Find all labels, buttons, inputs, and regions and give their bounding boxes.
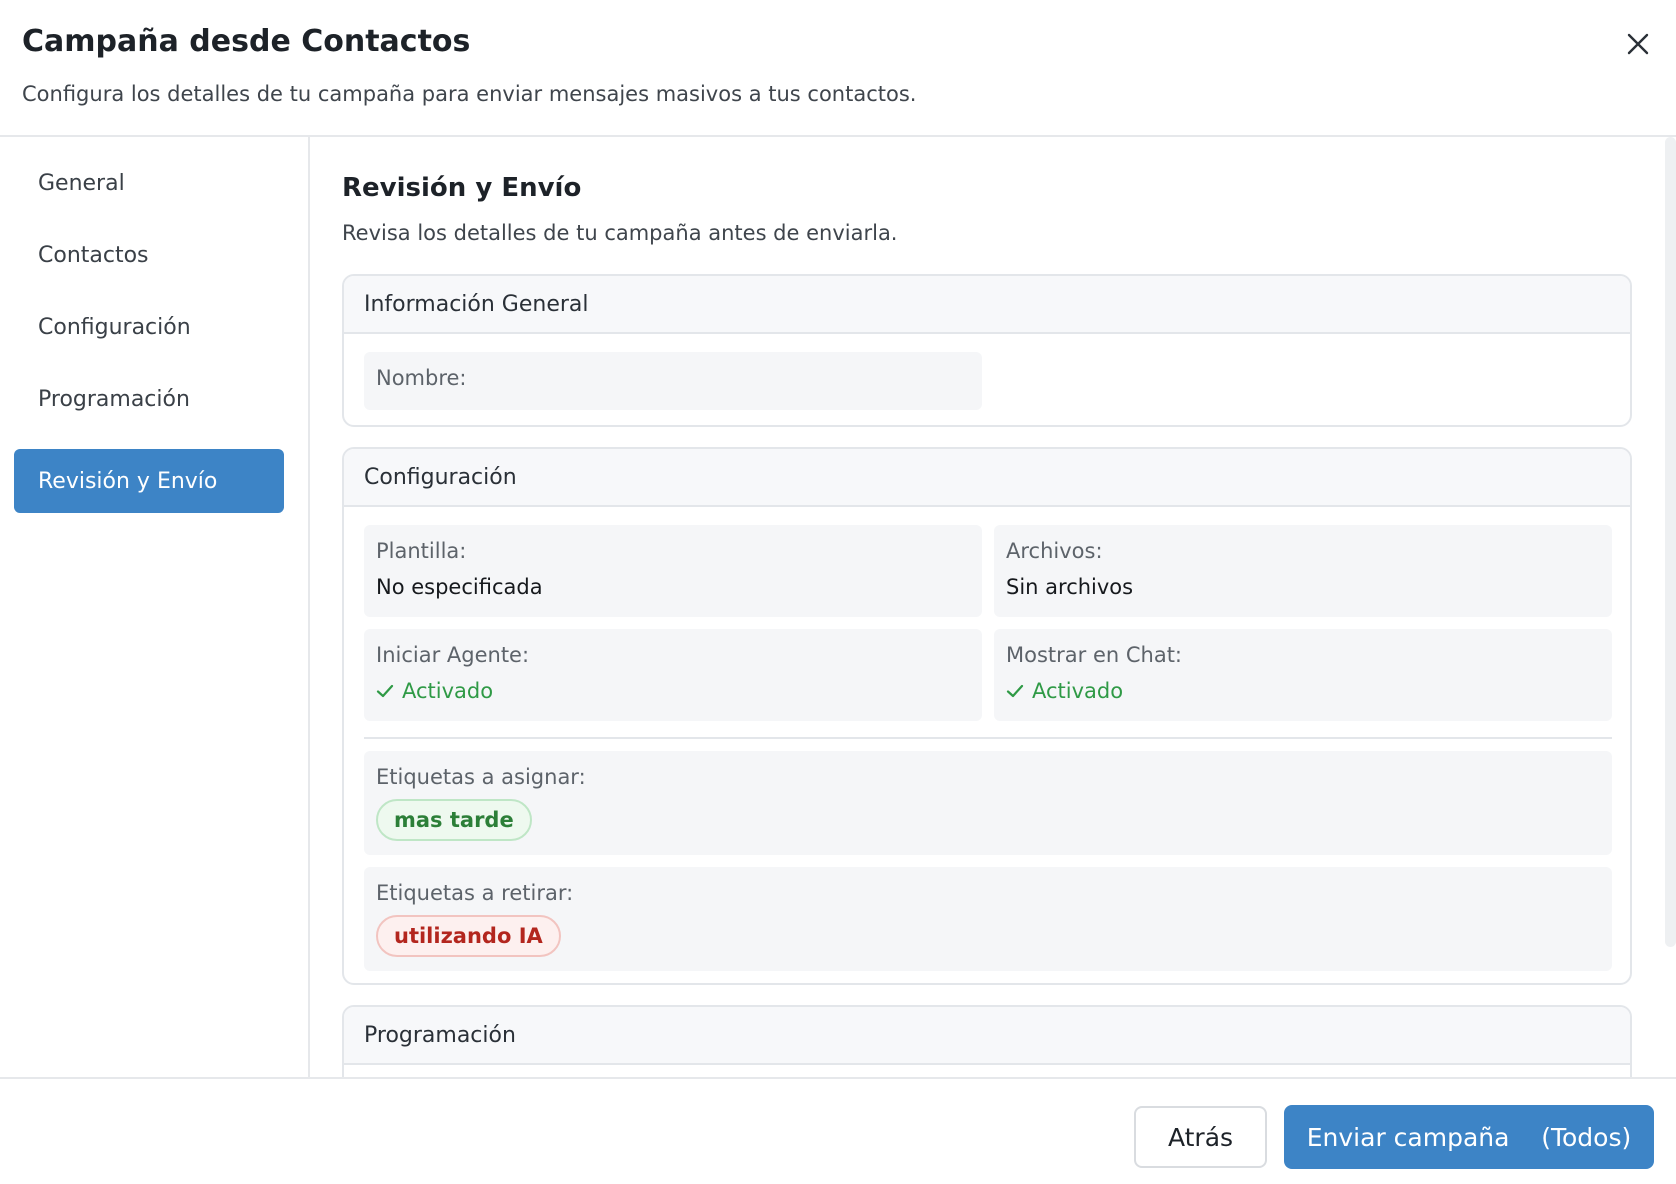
- modal-subtitle: Configura los detalles de tu campaña par…: [22, 82, 917, 106]
- check-icon: [1006, 682, 1024, 700]
- assign-tags-field: Etiquetas a asignar: mas tarde: [364, 751, 1612, 855]
- general-info-card: Información General Nombre:: [342, 274, 1632, 427]
- files-value: Sin archivos: [1006, 575, 1134, 599]
- send-campaign-button[interactable]: Enviar campaña (Todos): [1284, 1105, 1654, 1169]
- review-content: Revisión y Envío Revisa los detalles de …: [312, 137, 1662, 1079]
- files-label: Archivos:: [1006, 539, 1103, 563]
- assign-tag-badge: mas tarde: [376, 799, 532, 841]
- section-description: Revisa los detalles de tu campaña antes …: [342, 221, 898, 245]
- show-in-chat-status: Activado: [1006, 679, 1123, 703]
- template-field: Plantilla: No especificada: [364, 525, 982, 617]
- modal-footer: Atrás Enviar campaña (Todos): [0, 1077, 1676, 1184]
- start-agent-value: Activado: [402, 679, 494, 703]
- modal-header: Campaña desde Contactos Configura los de…: [0, 0, 1676, 137]
- remove-tags-field: Etiquetas a retirar: utilizando IA: [364, 867, 1612, 971]
- show-in-chat-label: Mostrar en Chat:: [1006, 643, 1183, 667]
- sidebar-item-contactos[interactable]: Contactos: [14, 223, 284, 287]
- remove-tag-badge: utilizando IA: [376, 915, 561, 957]
- config-heading: Configuración: [344, 449, 1630, 507]
- template-value: No especificada: [376, 575, 543, 599]
- config-card: Configuración Plantilla: No especificada…: [342, 447, 1632, 985]
- start-agent-status: Activado: [376, 679, 493, 703]
- back-button[interactable]: Atrás: [1134, 1106, 1267, 1168]
- show-in-chat-value: Activado: [1032, 679, 1124, 703]
- config-divider: [364, 737, 1612, 739]
- check-icon: [376, 682, 394, 700]
- close-button[interactable]: [1618, 24, 1658, 64]
- content-scrollbar[interactable]: [1665, 137, 1676, 947]
- modal-title: Campaña desde Contactos: [22, 24, 471, 59]
- name-field: Nombre:: [364, 352, 982, 410]
- section-title: Revisión y Envío: [342, 173, 582, 203]
- close-icon: [1626, 32, 1650, 56]
- files-field: Archivos: Sin archivos: [994, 525, 1612, 617]
- start-agent-label: Iniciar Agente:: [376, 643, 530, 667]
- sidebar-item-programacion[interactable]: Programación: [14, 367, 284, 431]
- remove-tags-label: Etiquetas a retirar:: [376, 881, 574, 905]
- steps-sidebar: General Contactos Configuración Programa…: [0, 137, 310, 1079]
- schedule-card: Programación: [342, 1005, 1632, 1079]
- campaign-modal: Campaña desde Contactos Configura los de…: [0, 0, 1676, 1184]
- sidebar-item-general[interactable]: General: [14, 151, 284, 215]
- sidebar-item-configuracion[interactable]: Configuración: [14, 295, 284, 359]
- general-info-heading: Información General: [344, 276, 1630, 334]
- start-agent-field: Iniciar Agente: Activado: [364, 629, 982, 721]
- sidebar-item-revision[interactable]: Revisión y Envío: [14, 449, 284, 513]
- template-label: Plantilla:: [376, 539, 467, 563]
- schedule-heading: Programación: [344, 1007, 1630, 1065]
- assign-tags-label: Etiquetas a asignar:: [376, 765, 586, 789]
- show-in-chat-field: Mostrar en Chat: Activado: [994, 629, 1612, 721]
- name-label: Nombre:: [376, 366, 467, 390]
